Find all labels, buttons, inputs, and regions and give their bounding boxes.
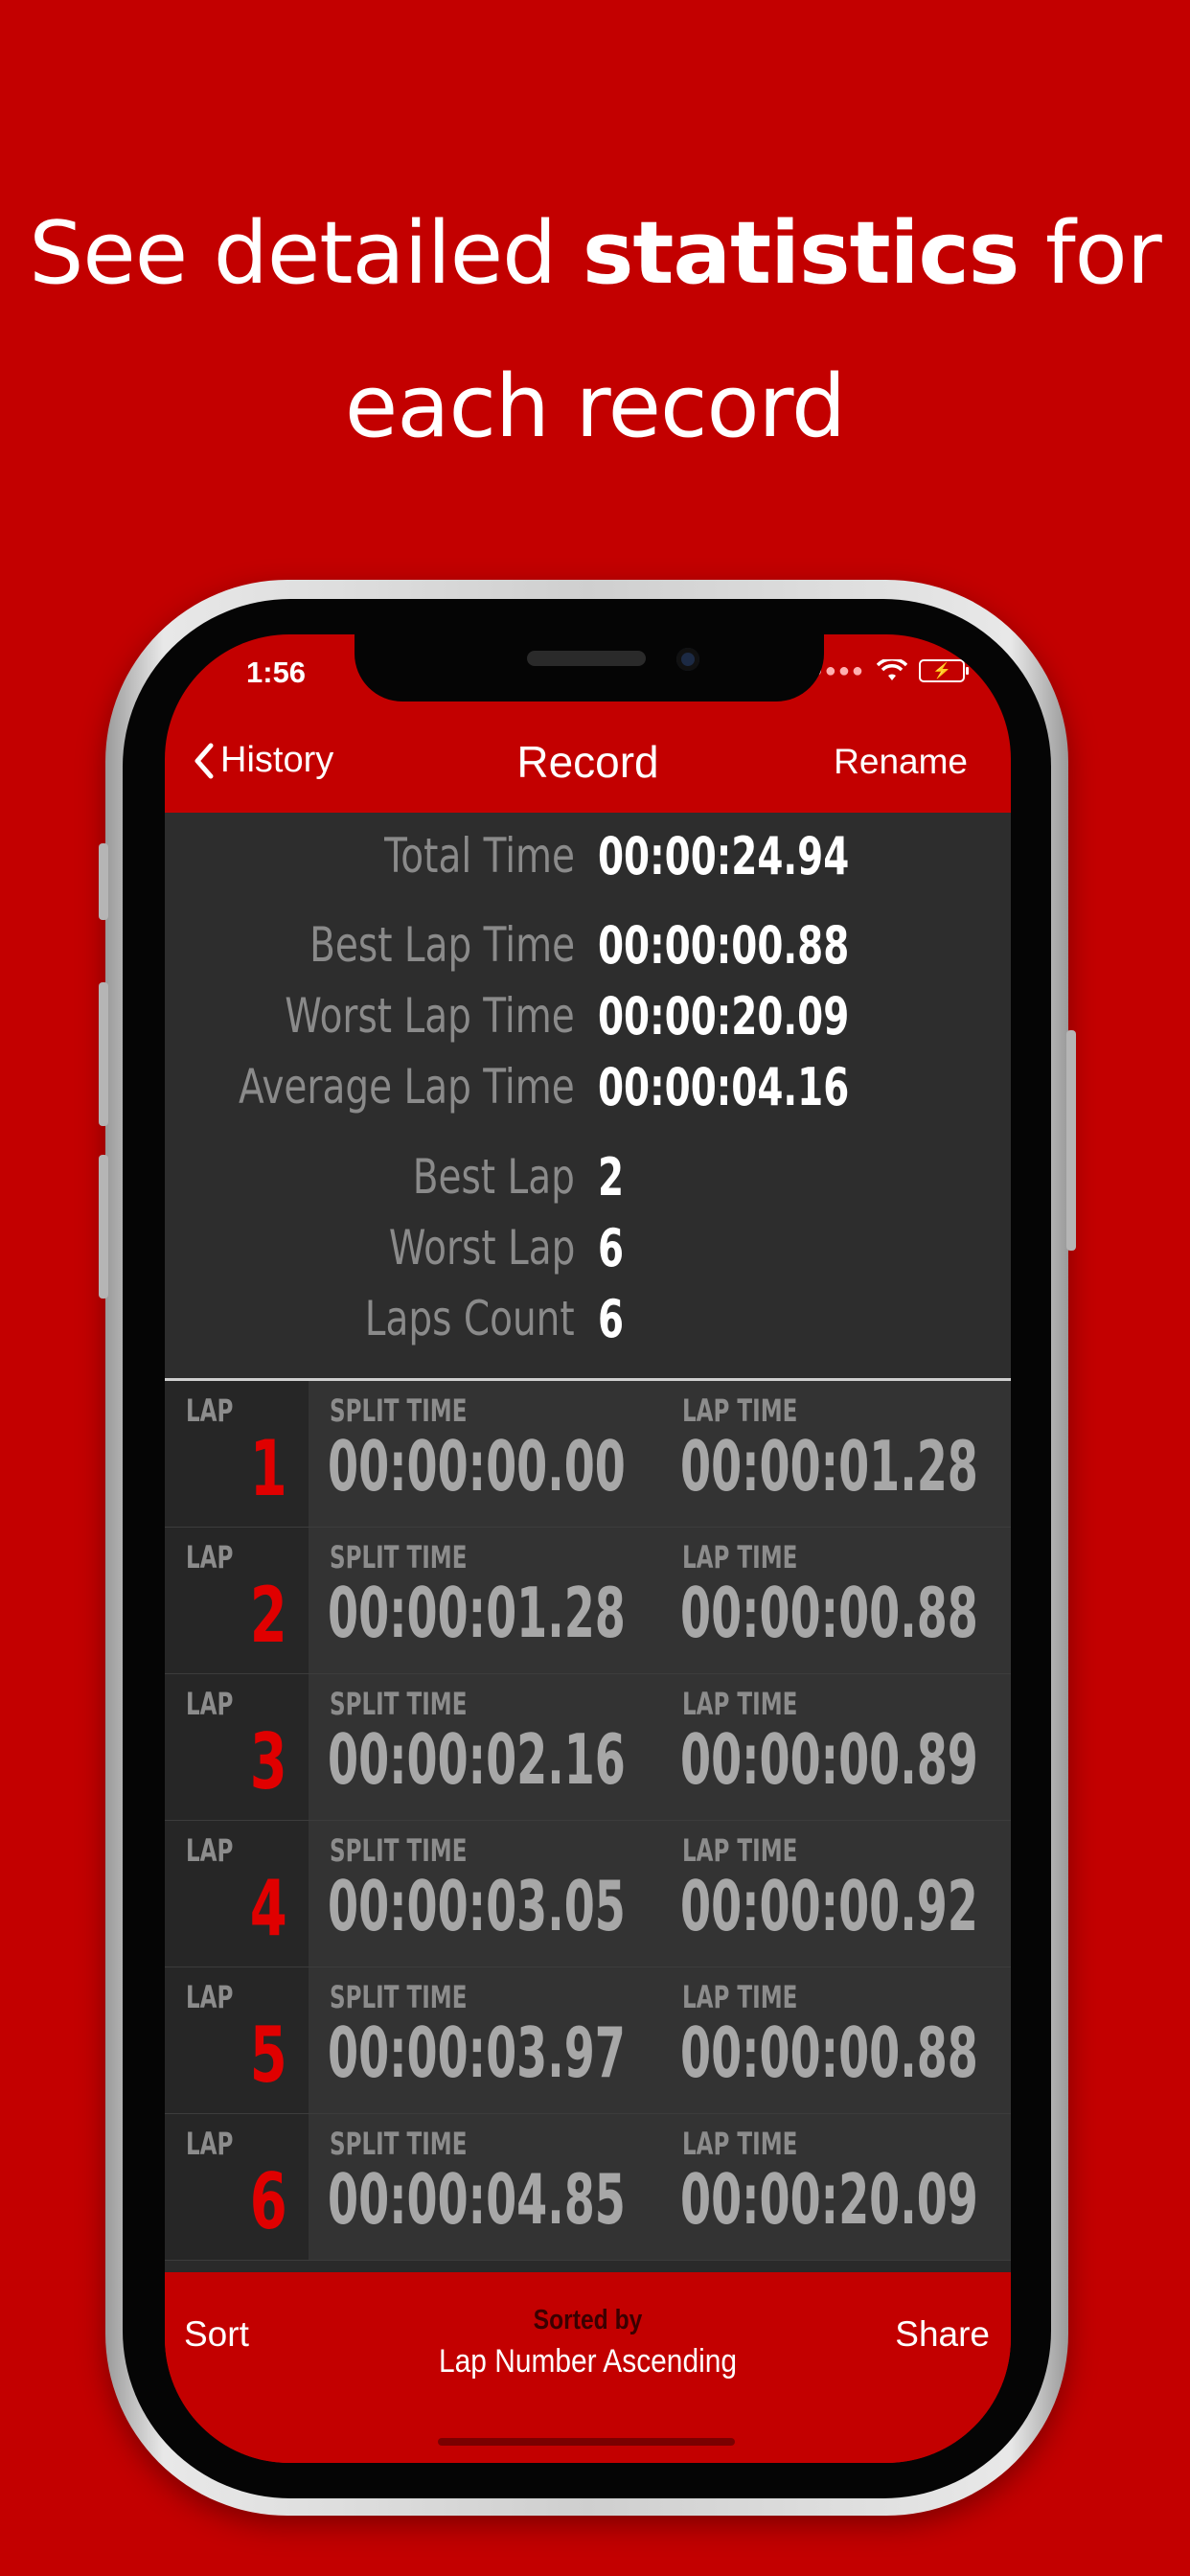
lap-number-cell: LAP 1 [165, 1381, 309, 1527]
lap-row[interactable]: LAP 4 SPLIT TIME 00:00:03.05 LAP TIME 00… [165, 1821, 1011, 1967]
stat-label: Laps Count [365, 1291, 575, 1346]
statistics-panel: Total Time 00:00:24.94 Best Lap Time 00:… [165, 813, 1011, 1378]
stat-label: Total Time [384, 828, 575, 884]
stat-value: 00:00:20.09 [598, 986, 850, 1046]
split-time-value: 00:00:03.05 [328, 1866, 626, 1946]
lap-number: 1 [250, 1424, 287, 1513]
lap-time-value: 00:00:00.88 [680, 2012, 978, 2093]
lap-times-cell: SPLIT TIME 00:00:01.28 LAP TIME 00:00:00… [309, 1528, 1011, 1673]
stat-best-lap-time: Best Lap Time 00:00:00.88 [165, 909, 1011, 981]
promo-headline: See detailed statistics for each record [0, 177, 1190, 484]
sorted-by-label: Sorted by [533, 2305, 643, 2335]
headline-line-2: each record [344, 356, 846, 457]
lap-row[interactable]: LAP 5 SPLIT TIME 00:00:03.97 LAP TIME 00… [165, 1967, 1011, 2114]
split-time-value: 00:00:04.85 [328, 2159, 626, 2240]
stat-label: Worst Lap Time [285, 988, 575, 1044]
lap-number: 3 [250, 1717, 287, 1806]
stat-best-lap: Best Lap 2 [165, 1141, 1011, 1213]
volume-up-button [99, 982, 108, 1126]
headline-line-1: See detailed statistics for [29, 203, 1161, 304]
volume-down-button [99, 1155, 108, 1299]
home-indicator[interactable] [438, 2438, 735, 2446]
power-button [1066, 1030, 1076, 1251]
stat-value: 00:00:24.94 [598, 826, 850, 886]
split-time-value: 00:00:03.97 [328, 2012, 626, 2093]
notch [355, 632, 824, 702]
lap-time-value: 00:00:20.09 [680, 2159, 978, 2240]
stat-label: Best Lap Time [309, 917, 575, 973]
stat-total-time: Total Time 00:00:24.94 [165, 820, 1011, 892]
status-time: 1:56 [246, 656, 307, 689]
stat-label: Average Lap Time [239, 1059, 575, 1115]
lap-label: LAP [186, 1539, 234, 1576]
rename-button[interactable]: Rename [834, 742, 968, 782]
nav-bar: History Record Rename [165, 728, 1011, 813]
lap-label: LAP [186, 1832, 234, 1869]
split-time-value: 00:00:02.16 [328, 1719, 626, 1800]
stat-worst-lap: Worst Lap 6 [165, 1212, 1011, 1284]
stat-value: 6 [598, 1289, 625, 1349]
stat-label: Worst Lap [388, 1220, 575, 1276]
lap-label: LAP [186, 1686, 234, 1722]
lap-number: 6 [250, 2157, 287, 2246]
lap-row[interactable]: LAP 6 SPLIT TIME 00:00:04.85 LAP TIME 00… [165, 2114, 1011, 2261]
lap-times-cell: SPLIT TIME 00:00:02.16 LAP TIME 00:00:00… [309, 1674, 1011, 1820]
lap-times-cell: SPLIT TIME 00:00:03.05 LAP TIME 00:00:00… [309, 1821, 1011, 1966]
lap-label: LAP [186, 1392, 234, 1429]
app-screen: 1:56 ●●●● ⚡ History Record Rename Total … [165, 634, 1011, 2463]
lap-time-value: 00:00:00.92 [680, 1866, 978, 1946]
split-time-value: 00:00:00.00 [328, 1426, 626, 1506]
lap-times-cell: SPLIT TIME 00:00:04.85 LAP TIME 00:00:20… [309, 2114, 1011, 2260]
lap-row[interactable]: LAP 2 SPLIT TIME 00:00:01.28 LAP TIME 00… [165, 1528, 1011, 1674]
lap-times-cell: SPLIT TIME 00:00:00.00 LAP TIME 00:00:01… [309, 1381, 1011, 1527]
lap-row[interactable]: LAP 3 SPLIT TIME 00:00:02.16 LAP TIME 00… [165, 1674, 1011, 1821]
sort-mode-label: Lap Number Ascending [438, 2343, 738, 2380]
speaker-grille [527, 651, 646, 666]
lap-number-cell: LAP 5 [165, 1967, 309, 2113]
stat-worst-lap-time: Worst Lap Time 00:00:20.09 [165, 980, 1011, 1052]
bottom-toolbar: Sort Sorted by Lap Number Ascending Shar… [165, 2288, 1011, 2463]
stat-value: 00:00:00.88 [598, 915, 850, 976]
share-button[interactable]: Share [895, 2314, 990, 2355]
stat-value: 00:00:04.16 [598, 1057, 850, 1117]
split-time-value: 00:00:01.28 [328, 1573, 626, 1653]
stat-value: 6 [598, 1218, 625, 1278]
lap-time-value: 00:00:00.89 [680, 1719, 978, 1800]
wifi-icon [877, 659, 907, 680]
stat-label: Best Lap [412, 1149, 575, 1205]
stat-average-lap-time: Average Lap Time 00:00:04.16 [165, 1051, 1011, 1123]
lap-number-cell: LAP 4 [165, 1821, 309, 1966]
stat-value: 2 [598, 1147, 625, 1208]
lap-number-cell: LAP 6 [165, 2114, 309, 2260]
lap-row[interactable]: LAP 1 SPLIT TIME 00:00:00.00 LAP TIME 00… [165, 1381, 1011, 1528]
laps-list[interactable]: LAP 1 SPLIT TIME 00:00:00.00 LAP TIME 00… [165, 1381, 1011, 2272]
mute-switch [99, 843, 108, 920]
lap-number-cell: LAP 2 [165, 1528, 309, 1673]
lap-label: LAP [186, 1979, 234, 2015]
lap-number: 2 [250, 1571, 287, 1660]
lap-times-cell: SPLIT TIME 00:00:03.97 LAP TIME 00:00:00… [309, 1967, 1011, 2113]
lap-time-value: 00:00:01.28 [680, 1426, 978, 1506]
lap-number: 4 [250, 1864, 287, 1953]
stat-laps-count: Laps Count 6 [165, 1283, 1011, 1355]
lap-number: 5 [250, 2011, 287, 2100]
lap-label: LAP [186, 2126, 234, 2162]
lap-number-cell: LAP 3 [165, 1674, 309, 1820]
lap-time-value: 00:00:00.88 [680, 1573, 978, 1653]
front-camera-icon [676, 648, 699, 671]
status-icons: ●●●● ⚡ [812, 659, 969, 682]
headline-bold-word: statistics [582, 203, 1020, 304]
battery-charging-icon: ⚡ [919, 659, 969, 682]
